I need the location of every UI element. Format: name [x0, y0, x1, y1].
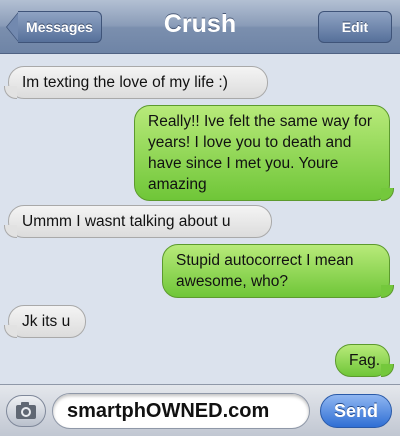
- message-text: Really!! Ive felt the same way for years…: [148, 113, 372, 193]
- edit-button[interactable]: Edit: [318, 11, 392, 43]
- message-text: Jk its u: [22, 313, 71, 330]
- message-text: Ummm I wasnt talking about u: [22, 213, 231, 230]
- navigation-bar: Messages Crush Edit: [0, 0, 400, 54]
- message-text: Stupid autocorrect I mean awesome, who?: [176, 252, 354, 290]
- bubble-tail: [381, 364, 394, 377]
- bubble-tail: [4, 225, 17, 238]
- message-bubble-sent[interactable]: Really!! Ive felt the same way for years…: [134, 105, 394, 201]
- message-composer-bar: smartphOWNED.com Send: [0, 384, 400, 436]
- message-input[interactable]: smartphOWNED.com: [52, 393, 310, 429]
- message-text: Fag.: [349, 352, 381, 369]
- bubble-tail: [4, 86, 17, 99]
- bubble-tail: [381, 188, 394, 201]
- message-text: Im texting the love of my life :): [22, 74, 228, 91]
- bubble-tail: [381, 285, 394, 298]
- send-button[interactable]: Send: [320, 394, 392, 428]
- camera-button[interactable]: [6, 395, 46, 427]
- message-bubble-received[interactable]: Jk its u: [4, 305, 86, 338]
- message-bubble-received[interactable]: Ummm I wasnt talking about u: [4, 205, 272, 238]
- camera-icon: [16, 402, 36, 419]
- message-bubble-received[interactable]: Im texting the love of my life :): [4, 66, 268, 99]
- bubble-tail: [4, 325, 17, 338]
- message-bubble-sent[interactable]: Fag.: [335, 344, 394, 377]
- message-bubble-sent[interactable]: Stupid autocorrect I mean awesome, who?: [162, 244, 394, 298]
